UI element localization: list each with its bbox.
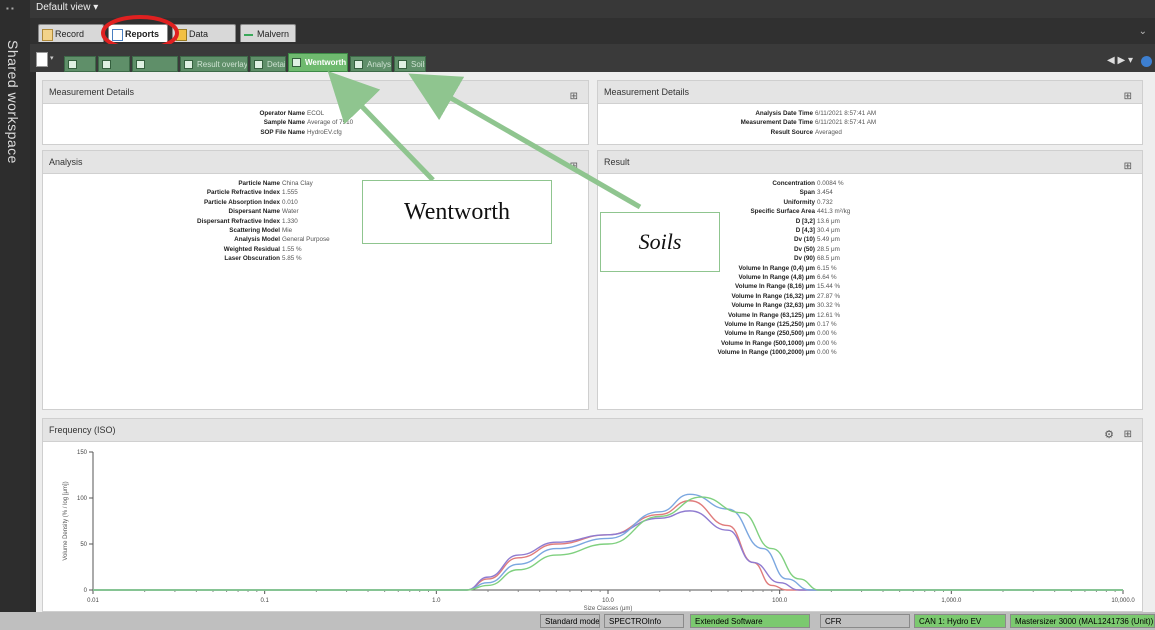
callout-label: Wentworth xyxy=(403,199,511,225)
status-item[interactable]: Standard mode xyxy=(540,614,600,628)
wentworth-arrow xyxy=(327,71,435,182)
status-item[interactable]: CAN 1: Hydro EV xyxy=(914,614,1006,628)
soils-callout: Soils xyxy=(600,212,720,272)
wentworth-callout: Wentworth xyxy=(362,180,552,244)
status-item[interactable]: Mastersizer 3000 (MAL1241736 (Unit)) xyxy=(1010,614,1155,628)
status-item[interactable]: SPECTROInfo xyxy=(604,614,684,628)
status-item[interactable]: CFR xyxy=(820,614,910,628)
status-item[interactable]: Extended Software xyxy=(690,614,810,628)
callout-label: Soils xyxy=(638,229,682,254)
annotation-arrows xyxy=(327,71,642,210)
